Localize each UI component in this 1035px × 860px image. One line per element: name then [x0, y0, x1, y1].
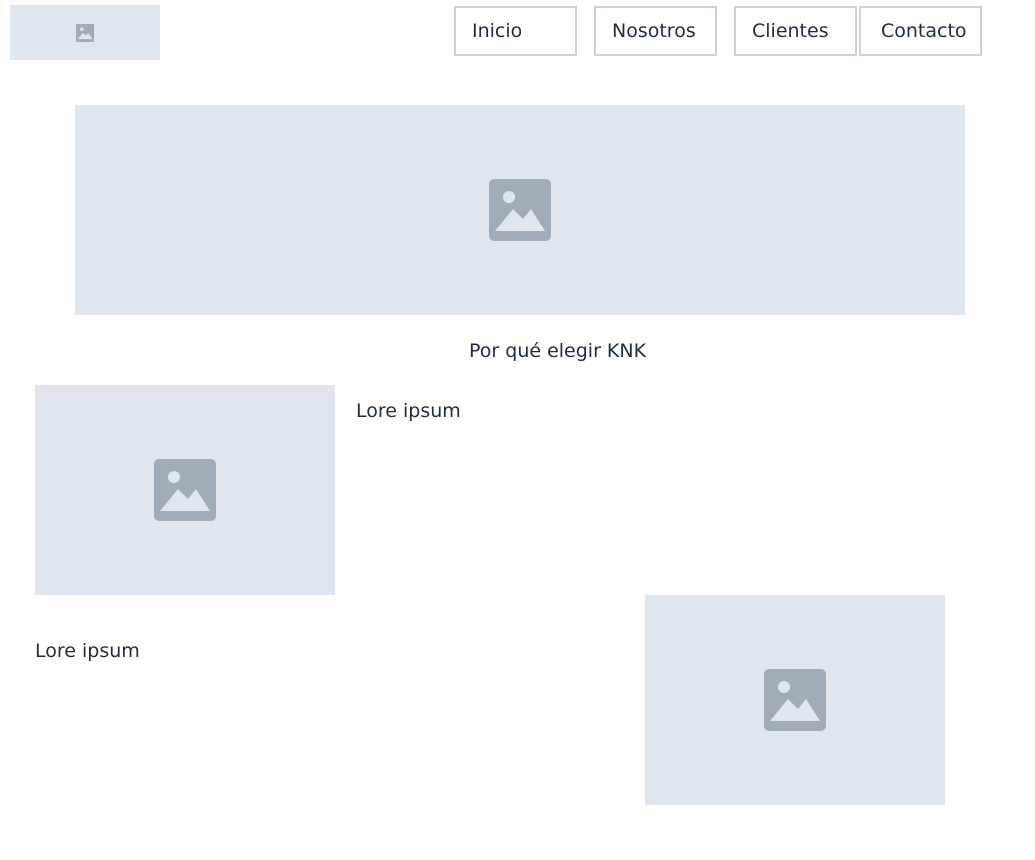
feature-image-2 [645, 595, 945, 805]
nav-label: Inicio [472, 20, 523, 42]
nav-label: Clientes [752, 20, 829, 42]
nav-contacto[interactable]: Contacto [859, 6, 982, 56]
feature-text-2: Lore ipsum [35, 640, 140, 662]
nav-label: Nosotros [612, 20, 696, 42]
section-title: Por qué elegir KNK [469, 340, 647, 362]
image-placeholder-icon [76, 23, 94, 42]
logo[interactable] [10, 5, 160, 60]
nav-label: Contacto [881, 20, 967, 42]
image-placeholder-icon [154, 459, 216, 521]
image-placeholder-icon [489, 179, 551, 241]
nav-inicio[interactable]: Inicio [454, 6, 577, 56]
image-placeholder-icon [764, 669, 826, 731]
nav-clientes[interactable]: Clientes [734, 6, 857, 56]
feature-text-1: Lore ipsum [356, 400, 461, 422]
hero-image [75, 105, 965, 315]
nav-nosotros[interactable]: Nosotros [594, 6, 717, 56]
feature-image-1 [35, 385, 335, 595]
